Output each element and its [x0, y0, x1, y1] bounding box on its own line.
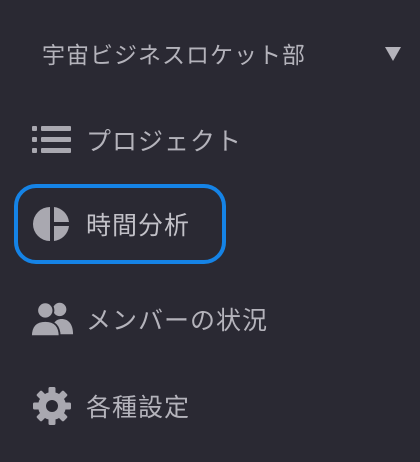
nav-item-label: メンバーの状況 — [86, 306, 269, 335]
nav-item-time-analysis[interactable]: 時間分析 — [14, 184, 226, 264]
nav-item-settings[interactable]: 各種設定 — [14, 366, 226, 446]
workspace-name: 宇宙ビジネスロケット部 — [42, 43, 306, 69]
workspace-switcher[interactable]: 宇宙ビジネスロケット部 — [42, 30, 404, 76]
nav-item-label: 各種設定 — [86, 393, 191, 422]
nav-item-label: プロジェクト — [86, 127, 243, 156]
nav-item-members[interactable]: メンバーの状況 — [14, 279, 267, 359]
pie-chart-icon — [30, 202, 74, 246]
nav-item-projects[interactable]: プロジェクト — [14, 100, 241, 180]
caret-down-icon[interactable] — [382, 42, 404, 64]
gear-icon — [30, 384, 74, 428]
nav-item-label: 時間分析 — [86, 211, 191, 240]
list-icon — [30, 118, 74, 162]
people-icon — [30, 297, 74, 341]
